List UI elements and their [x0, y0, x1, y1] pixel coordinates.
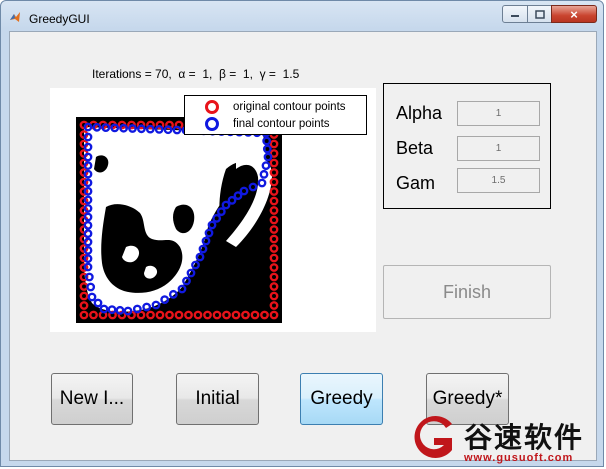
- client-area: Iterations = 70, α = 1, β = 1, γ = 1.5 o…: [9, 31, 597, 461]
- close-icon: ×: [570, 6, 578, 22]
- finish-button[interactable]: Finish: [383, 265, 551, 319]
- minimize-icon: [511, 15, 519, 17]
- maximize-icon: [534, 9, 545, 19]
- close-button[interactable]: ×: [551, 5, 597, 23]
- legend-item-final: final contour points: [191, 116, 330, 132]
- greedy-gui-window: GreedyGUI × Iterations = 70, α = 1, β = …: [0, 0, 604, 467]
- gamma-label: Gam: [396, 173, 436, 193]
- contour-image: [76, 117, 282, 323]
- legend-marker-final: [205, 117, 219, 131]
- parameter-panel: Alpha 1 Beta 1 Gam 1.5: [383, 83, 551, 209]
- plot-legend: original contour points final contour po…: [184, 95, 367, 135]
- title-bar[interactable]: GreedyGUI ×: [1, 1, 603, 31]
- watermark-url: www.gusuoft.com: [464, 452, 574, 464]
- watermark-brand: 谷速软件: [464, 421, 585, 454]
- beta-field[interactable]: 1: [457, 136, 540, 161]
- window-title: GreedyGUI: [29, 12, 90, 26]
- beta-label: Beta: [396, 138, 434, 158]
- legend-label-final: final contour points: [233, 118, 330, 130]
- alpha-label: Alpha: [396, 103, 443, 123]
- minimize-button[interactable]: [502, 5, 528, 23]
- matlab-icon: [10, 12, 20, 22]
- legend-item-original: original contour points: [191, 99, 346, 115]
- legend-marker-original: [205, 100, 219, 114]
- new-image-button[interactable]: New I...: [51, 373, 133, 425]
- iterations-label: Iterations = 70, α = 1, β = 1, γ = 1.5: [92, 67, 300, 81]
- greedy-button[interactable]: Greedy: [300, 373, 383, 425]
- initial-button[interactable]: Initial: [176, 373, 259, 425]
- gamma-field[interactable]: 1.5: [457, 168, 540, 193]
- legend-label-original: original contour points: [233, 101, 346, 113]
- watermark: 谷速软件 www.gusuoft.com: [408, 412, 604, 468]
- watermark-logo-icon: [414, 416, 452, 458]
- cup-image-svg: [76, 117, 282, 323]
- maximize-button[interactable]: [527, 5, 552, 23]
- alpha-field[interactable]: 1: [457, 101, 540, 126]
